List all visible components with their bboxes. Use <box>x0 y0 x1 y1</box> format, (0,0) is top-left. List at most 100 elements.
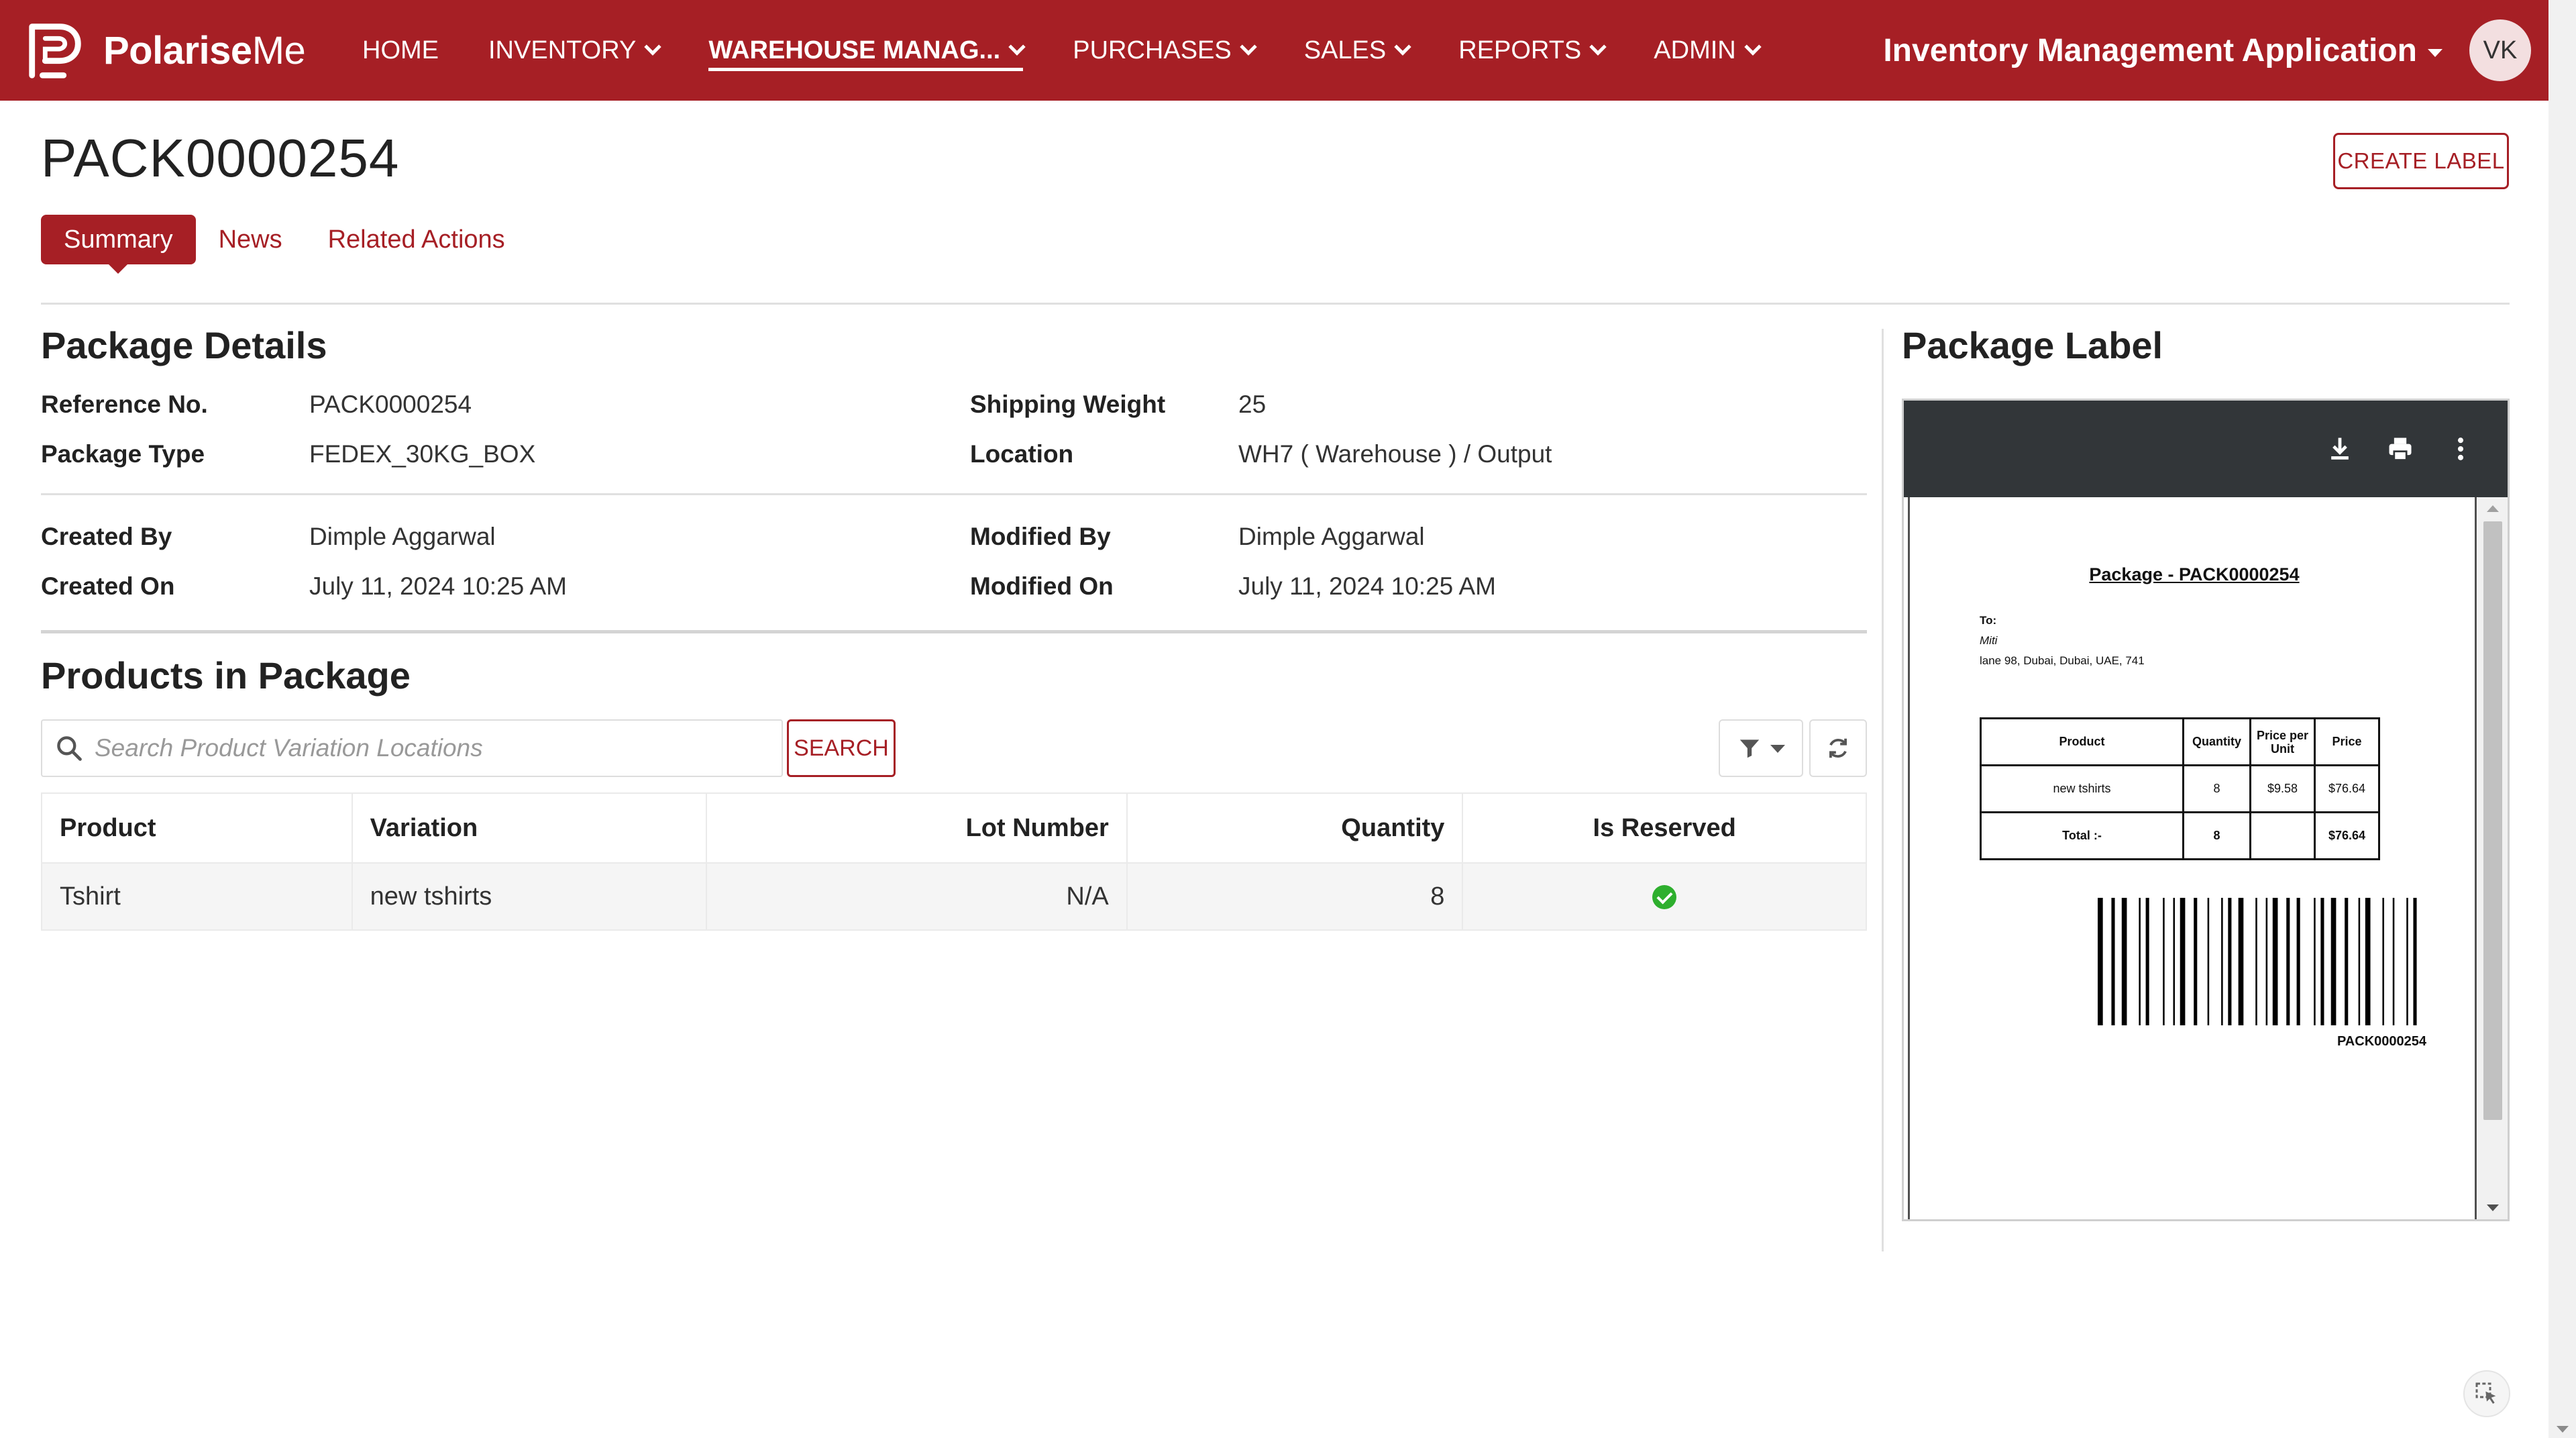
filter-button[interactable] <box>1719 719 1803 777</box>
reference-no-label: Reference No. <box>41 391 208 418</box>
label-col-price-per-unit: Price per Unit <box>2249 717 2316 766</box>
barcode-bar <box>2121 898 2127 1025</box>
tab-related-actions[interactable]: Related Actions <box>305 215 528 264</box>
caret-down-icon <box>2428 49 2443 57</box>
barcode-bar <box>2320 898 2324 1025</box>
barcode-bar <box>2382 898 2384 1025</box>
more-options-icon[interactable] <box>2446 434 2475 464</box>
download-icon[interactable] <box>2325 434 2355 464</box>
scrollbar-thumb[interactable] <box>2483 521 2502 1120</box>
barcode-bar <box>2286 898 2290 1025</box>
label-cell: new tshirts <box>1980 764 2184 813</box>
scroll-down-arrow-icon[interactable] <box>2557 1426 2569 1433</box>
chevron-down-icon <box>1240 38 1257 56</box>
nav-item-inventory[interactable]: INVENTORY <box>488 0 662 101</box>
barcode-bar <box>2238 898 2244 1025</box>
nav-item-warehouse-management[interactable]: WAREHOUSE MANAG... <box>708 0 1026 101</box>
barcode-bar <box>2330 898 2337 1025</box>
app-switcher[interactable]: Inventory Management Application <box>1883 0 2443 101</box>
user-avatar[interactable]: VK <box>2469 19 2531 81</box>
barcode-bar <box>2194 898 2198 1025</box>
divider <box>41 303 2510 305</box>
column-header-variation[interactable]: Variation <box>351 792 708 864</box>
refresh-button[interactable] <box>1809 719 1867 777</box>
label-to: To: <box>1980 614 1997 627</box>
cell-lot-number: N/A <box>706 862 1128 931</box>
modified-by-label: Modified By <box>970 523 1111 550</box>
label-item-row: new tshirts 8 $9.58 $76.64 <box>1980 764 2380 813</box>
barcode-text: PACK0000254 <box>2337 1034 2426 1049</box>
cell-variation-link[interactable]: new tshirts <box>351 862 708 931</box>
brand-logo[interactable]: PolariseMe <box>23 17 306 83</box>
nav-item-purchases[interactable]: PURCHASES <box>1073 0 1257 101</box>
create-label-button[interactable]: CREATE LABEL <box>2333 133 2509 189</box>
divider <box>41 630 1867 633</box>
select-cursor-button[interactable] <box>2463 1370 2510 1417</box>
nav-item-sales[interactable]: SALES <box>1304 0 1411 101</box>
filter-icon <box>1739 739 1760 758</box>
page-scrollbar[interactable] <box>2548 0 2576 1438</box>
modified-on-label: Modified On <box>970 572 1114 600</box>
table-header-row: Product Variation Lot Number Quantity Is… <box>41 792 1867 864</box>
page-title: PACK0000254 <box>41 128 400 188</box>
nav-item-admin[interactable]: ADMIN <box>1654 0 1762 101</box>
created-by-label: Created By <box>41 523 172 550</box>
barcode-bar <box>2272 898 2278 1025</box>
pdf-viewer: Package - PACK0000254 To: Miti lane 98, … <box>1902 399 2510 1221</box>
label-total-row: Total :- 8 $76.64 <box>1980 811 2380 860</box>
barcode-bar <box>2145 898 2149 1025</box>
label-address: lane 98, Dubai, Dubai, UAE, 741 <box>1980 654 2145 667</box>
column-header-product[interactable]: Product <box>41 792 353 864</box>
pdf-scrollbar[interactable] <box>2478 497 2508 1219</box>
app-title: Inventory Management Application <box>1883 32 2417 68</box>
nav-item-home[interactable]: HOME <box>362 0 439 101</box>
label-col-price: Price <box>2314 717 2380 766</box>
top-navbar: PolariseMe HOME INVENTORY WAREHOUSE MANA… <box>0 0 2548 101</box>
barcode-bar <box>2296 898 2300 1025</box>
barcode-bar <box>2221 898 2223 1025</box>
package-label-heading: Package Label <box>1902 324 2163 366</box>
tab-news[interactable]: News <box>196 215 305 264</box>
column-header-is-reserved[interactable]: Is Reserved <box>1462 792 1867 864</box>
shipping-weight-value: 25 <box>1238 391 1267 418</box>
barcode-bar <box>2207 898 2210 1025</box>
label-col-quantity: Quantity <box>2182 717 2251 766</box>
barcode-bar <box>2228 898 2232 1025</box>
label-document: Package - PACK0000254 To: Miti lane 98, … <box>1908 497 2477 1219</box>
barcode-bar <box>2358 898 2361 1025</box>
tab-summary[interactable]: Summary <box>41 215 196 274</box>
barcode-bar <box>2111 898 2115 1025</box>
created-by-value: Dimple Aggarwal <box>309 523 496 550</box>
nav-item-reports[interactable]: REPORTS <box>1458 0 1607 101</box>
column-header-quantity[interactable]: Quantity <box>1126 792 1464 864</box>
label-cell: Total :- <box>1980 811 2184 860</box>
table-row[interactable]: Tshirt new tshirts N/A 8 <box>41 862 1867 931</box>
barcode-bar <box>2173 898 2176 1025</box>
barcode-bar <box>2345 898 2349 1025</box>
scroll-down-arrow-icon[interactable] <box>2487 1204 2499 1211</box>
caret-down-icon <box>1770 745 1785 753</box>
location-value: WH7 ( Warehouse ) / Output <box>1238 440 1552 468</box>
barcode-bar <box>2413 898 2417 1025</box>
polariseme-logo-icon <box>29 23 81 79</box>
scroll-up-arrow-icon[interactable] <box>2487 505 2499 512</box>
barcode-bar <box>2098 898 2103 1025</box>
print-icon[interactable] <box>2385 434 2415 464</box>
product-search-input[interactable] <box>95 734 765 762</box>
created-on-value: July 11, 2024 10:25 AM <box>309 572 567 600</box>
refresh-icon <box>1829 738 1847 758</box>
product-search-field[interactable] <box>41 719 783 777</box>
label-cell: 8 <box>2182 811 2251 860</box>
modified-on-value: July 11, 2024 10:25 AM <box>1238 572 1496 600</box>
column-header-lot-number[interactable]: Lot Number <box>706 792 1128 864</box>
barcode-bar <box>2392 898 2395 1025</box>
barcode-bar <box>2180 898 2186 1025</box>
barcode-bar <box>2139 898 2141 1025</box>
location-label: Location <box>970 440 1074 468</box>
search-button[interactable]: SEARCH <box>787 719 896 777</box>
modified-by-value: Dimple Aggarwal <box>1238 523 1425 550</box>
barcode-bar <box>2365 898 2371 1025</box>
barcode-image <box>2098 898 2417 1025</box>
products-heading: Products in Package <box>41 654 411 697</box>
package-type-value: FEDEX_30KG_BOX <box>309 440 536 468</box>
